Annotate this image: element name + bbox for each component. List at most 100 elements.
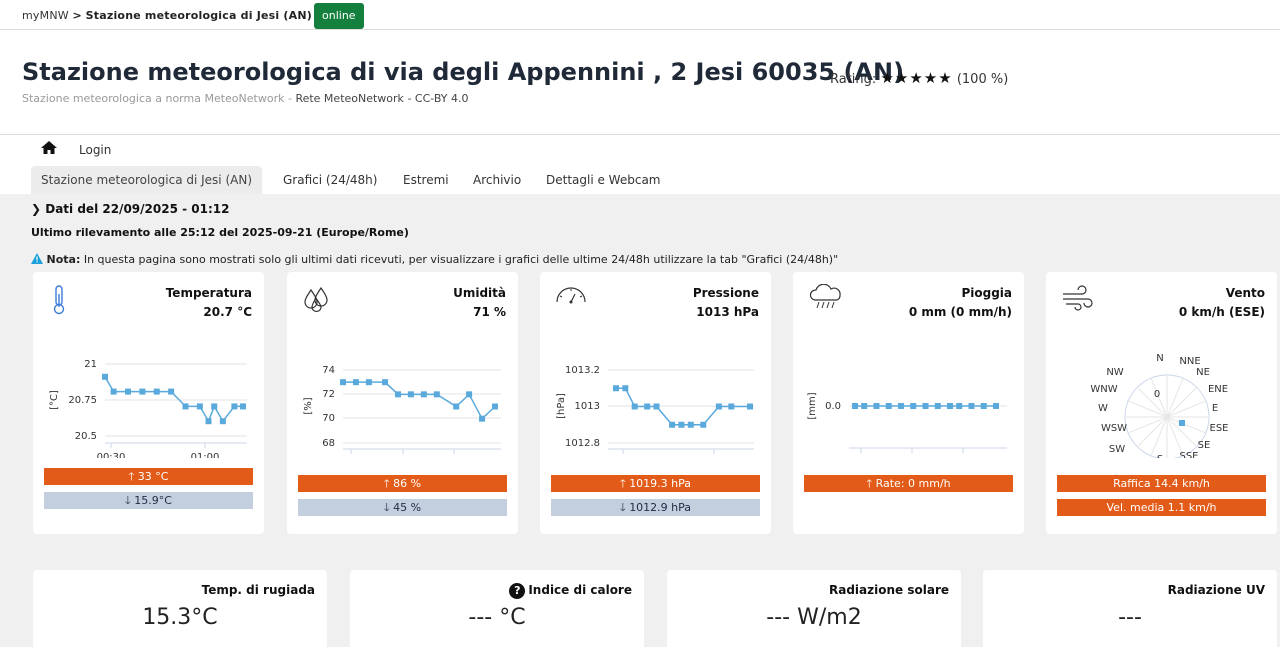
y-axis-label: [hPa] bbox=[556, 393, 567, 419]
top-bar: myMNW > Stazione meteorologica di Jesi (… bbox=[0, 0, 1280, 30]
umidita-max-bar: 🡑 86 % bbox=[298, 475, 507, 492]
pioggia-value: 0 mm (0 mm/h) bbox=[908, 305, 1012, 319]
uv-label: Radiazione UV bbox=[1167, 583, 1265, 597]
data-point bbox=[687, 421, 694, 428]
note-label: Nota: bbox=[46, 253, 81, 266]
data-point bbox=[492, 403, 498, 410]
polar-direction-label: SE bbox=[1198, 440, 1211, 451]
data-date: Dati del 22/09/2025 - 01:12 bbox=[45, 202, 230, 216]
data-point bbox=[196, 403, 203, 410]
note: Nota: In questa pagina sono mostrati sol… bbox=[31, 253, 838, 266]
temperatura-chart: 2120.7520.500:3001:00[°C]Highcharts.com bbox=[49, 359, 247, 458]
y-tick-label: 0.0 bbox=[825, 401, 841, 412]
polar-direction-label: WSW bbox=[1101, 423, 1127, 434]
data-point bbox=[453, 403, 460, 410]
breadcrumb-station[interactable]: Stazione meteorologica di Jesi (AN) bbox=[86, 9, 312, 22]
data-point bbox=[365, 379, 372, 386]
arrow-down-icon: 🡓 bbox=[383, 501, 390, 514]
data-point bbox=[653, 403, 660, 410]
y-tick-label: 20.75 bbox=[68, 395, 97, 406]
series-line bbox=[104, 376, 243, 423]
tab-estremi[interactable]: Estremi bbox=[393, 166, 459, 194]
thermometer-icon bbox=[47, 284, 71, 320]
breadcrumb-root[interactable]: myMNW bbox=[22, 9, 69, 22]
data-point bbox=[407, 391, 414, 398]
data-point bbox=[433, 391, 440, 398]
data-point bbox=[980, 403, 987, 409]
solare-label: Radiazione solare bbox=[829, 583, 949, 597]
data-point bbox=[102, 373, 108, 380]
data-point bbox=[747, 403, 753, 410]
data-point bbox=[861, 403, 868, 409]
polar-direction-label: E bbox=[1212, 403, 1218, 414]
note-text: In questa pagina sono mostrati solo gli … bbox=[83, 253, 839, 266]
station-subtitle: Stazione meteorologica a norma MeteoNetw… bbox=[22, 92, 469, 105]
tab-stazione[interactable]: Stazione meteorologica di Jesi (AN) bbox=[31, 166, 262, 194]
data-point bbox=[466, 391, 473, 398]
droplets-icon bbox=[301, 284, 331, 318]
data-point bbox=[168, 388, 175, 395]
card-temperatura: Temperatura 20.7 °C 21 20.75 20.5 00:30 01:0… bbox=[33, 272, 264, 534]
temperatura-min-bar: 🡓 15.9°C bbox=[44, 492, 253, 509]
tab-grafici[interactable]: Grafici (24/48h) bbox=[273, 166, 387, 194]
login-link[interactable]: Login bbox=[79, 143, 111, 157]
data-point bbox=[394, 391, 401, 398]
data-point bbox=[897, 403, 904, 409]
arrow-up-icon: 🡑 bbox=[383, 477, 390, 490]
polar-direction-label: NNE bbox=[1179, 356, 1200, 367]
data-point bbox=[219, 418, 226, 425]
uv-value: --- bbox=[1118, 605, 1142, 630]
data-point bbox=[715, 403, 722, 410]
y-axis-label: [°C] bbox=[49, 390, 60, 410]
data-point bbox=[125, 388, 131, 395]
y-tick-label: 70 bbox=[322, 413, 335, 424]
polar-direction-label: NE bbox=[1196, 367, 1210, 378]
calore-label: Indice di calore bbox=[528, 583, 632, 597]
polar-direction-label: NW bbox=[1106, 367, 1123, 378]
data-point bbox=[420, 391, 427, 398]
data-point bbox=[993, 403, 999, 409]
card-vento: Vento 0 km/h (ESE) N NNENE ENE E ESE SESSE S SW… bbox=[1046, 272, 1277, 534]
polar-radial-tick: 0 bbox=[1154, 389, 1160, 400]
page-title: Stazione meteorologica di via degli Appe… bbox=[22, 58, 904, 86]
tab-archivio[interactable]: Archivio bbox=[463, 166, 531, 194]
data-point bbox=[211, 403, 218, 410]
x-tick-label: 00:30 bbox=[847, 457, 876, 458]
tab-dettagli-webcam[interactable]: Dettagli e Webcam bbox=[536, 166, 671, 194]
arrow-down-icon: 🡓 bbox=[619, 501, 626, 514]
y-tick-label: 21 bbox=[84, 359, 97, 370]
breadcrumb-sep: > bbox=[72, 9, 82, 22]
home-icon[interactable] bbox=[40, 140, 58, 160]
data-point bbox=[352, 379, 359, 386]
arrow-down-icon: 🡓 bbox=[125, 494, 131, 507]
umidita-min: 45 % bbox=[393, 501, 422, 514]
wind-icon bbox=[1060, 284, 1094, 318]
data-point bbox=[613, 385, 619, 392]
polar-direction-label: SW bbox=[1109, 444, 1125, 455]
data-point bbox=[479, 415, 486, 422]
y-tick-label: 1013 bbox=[575, 401, 600, 412]
calore-value: --- °C bbox=[468, 605, 526, 630]
x-tick-label: 01:00 bbox=[191, 452, 220, 458]
last-reading: Ultimo rilevamento alle 25:12 del 2025-0… bbox=[31, 226, 409, 239]
umidita-label: Umidità bbox=[453, 286, 506, 300]
data-date-toggle[interactable]: ❯ Dati del 22/09/2025 - 01:12 bbox=[31, 202, 229, 216]
series-line bbox=[343, 381, 496, 420]
data-point bbox=[678, 421, 685, 428]
umidita-chart: 7472706800:3000:4501:00[%]Highcharts.com bbox=[303, 365, 501, 454]
data-point bbox=[182, 403, 189, 410]
y-tick-label: 1013.2 bbox=[565, 365, 600, 376]
rugiada-label: Temp. di rugiada bbox=[201, 583, 315, 597]
polar-direction-label: W bbox=[1098, 403, 1108, 414]
data-point bbox=[382, 379, 389, 386]
subtitle-license: - CC-BY 4.0 bbox=[407, 92, 469, 105]
umidita-value: 71 % bbox=[473, 305, 506, 319]
subtitle-standard: Stazione meteorologica a norma MeteoNetw… bbox=[22, 92, 292, 105]
rating: Rating: ★★★★★ (100 %) bbox=[830, 69, 1008, 87]
vento-media-bar: Vel. media 1.1 km/h bbox=[1057, 499, 1266, 516]
pressione-min-bar: 🡓 1012.9 hPa bbox=[551, 499, 760, 516]
subtitle-network-link[interactable]: Rete MeteoNetwork bbox=[295, 92, 404, 105]
card-uv: Radiazione UV --- bbox=[983, 570, 1277, 650]
y-axis-label: [mm] bbox=[807, 392, 818, 419]
help-icon[interactable]: ? bbox=[509, 583, 526, 599]
